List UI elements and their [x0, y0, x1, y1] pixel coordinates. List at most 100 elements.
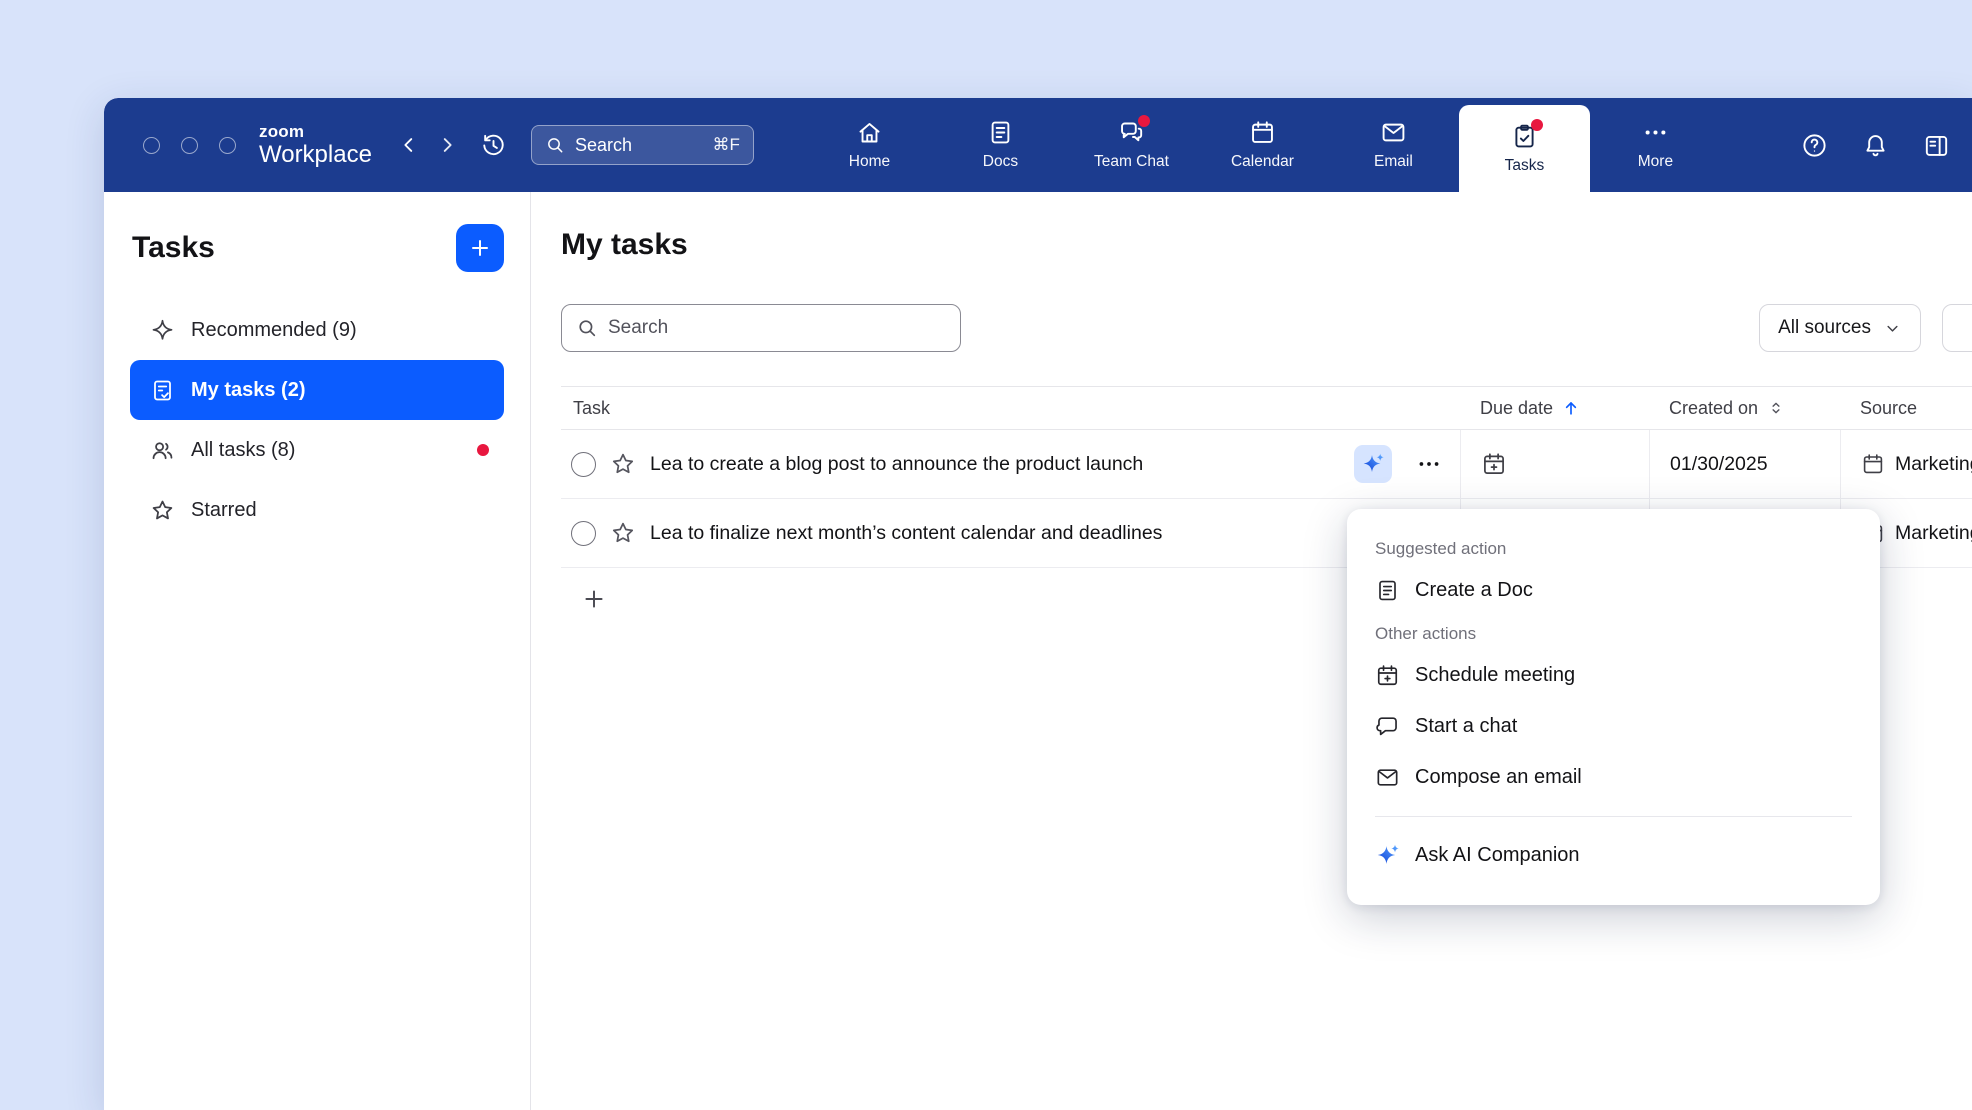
ellipsis-icon — [1416, 451, 1442, 477]
task-title: Lea to finalize next month’s content cal… — [650, 522, 1162, 545]
nav-tab-label: Home — [849, 153, 890, 171]
nav-tab-email[interactable]: Email — [1328, 98, 1459, 192]
menu-item-compose-an-email[interactable]: Compose an email — [1347, 752, 1880, 803]
people-icon — [150, 438, 175, 463]
sort-toggle-icon[interactable] — [1766, 398, 1786, 418]
chevron-left-icon — [398, 134, 420, 156]
menu-item-schedule-meeting[interactable]: Schedule meeting — [1347, 650, 1880, 701]
source-label: Marketing — [1895, 522, 1972, 545]
nav-tab-calendar[interactable]: Calendar — [1197, 98, 1328, 192]
menu-item-label: Compose an email — [1415, 766, 1582, 789]
chevron-right-icon — [436, 134, 458, 156]
add-due-date-button[interactable] — [1481, 451, 1507, 477]
menu-item-create-a-doc[interactable]: Create a Doc — [1347, 565, 1880, 616]
history-button[interactable] — [480, 132, 507, 159]
source-label: Marketing — [1895, 453, 1972, 476]
sidebar-item-my-tasks[interactable]: My tasks (2) — [130, 360, 504, 420]
ai-sparkle-icon — [1375, 843, 1400, 868]
sidebar-item-all-tasks[interactable]: All tasks (8) — [130, 420, 504, 480]
nav-tab-label: Team Chat — [1094, 153, 1169, 171]
primary-navigation: Home Docs Team Chat Calendar Email — [804, 98, 1721, 192]
help-button[interactable] — [1801, 132, 1828, 159]
sidebar-item-label: Starred — [191, 499, 257, 522]
menu-item-start-a-chat[interactable]: Start a chat — [1347, 701, 1880, 752]
task-row[interactable]: Lea to create a blog post to announce th… — [561, 430, 1972, 499]
plus-icon — [581, 586, 607, 612]
topbar-utility-icons — [1801, 132, 1972, 159]
global-search[interactable]: Search ⌘F — [531, 125, 754, 165]
calendar-panel-button[interactable] — [1923, 132, 1950, 159]
created-on-date: 01/30/2025 — [1670, 453, 1768, 476]
sidebar-item-recommended[interactable]: Recommended (9) — [130, 300, 504, 360]
page-title: My tasks — [561, 228, 1972, 262]
partial-button[interactable] — [1942, 304, 1972, 352]
menu-divider — [1375, 816, 1852, 817]
window-minimize-button[interactable] — [181, 137, 198, 154]
sidebar-item-label: All tasks (8) — [191, 439, 295, 462]
notification-badge — [1531, 119, 1543, 131]
ai-sparkle-icon — [1361, 452, 1385, 476]
window-close-button[interactable] — [143, 137, 160, 154]
task-complete-checkbox[interactable] — [571, 452, 596, 477]
nav-tab-label: Email — [1374, 153, 1413, 171]
nav-tab-tasks[interactable]: Tasks — [1459, 105, 1590, 192]
menu-section-label: Suggested action — [1347, 531, 1880, 565]
task-search-input[interactable] — [608, 317, 946, 339]
star-task-button[interactable] — [610, 520, 636, 546]
window-maximize-button[interactable] — [219, 137, 236, 154]
nav-tab-home[interactable]: Home — [804, 98, 935, 192]
search-shortcut: ⌘F — [713, 135, 740, 155]
notification-badge — [1138, 115, 1150, 127]
nav-tab-more[interactable]: More — [1590, 98, 1721, 192]
notifications-button[interactable] — [1862, 132, 1889, 159]
zoom-workplace-logo: zoom Workplace — [259, 123, 372, 167]
calendar-add-icon — [1375, 663, 1400, 688]
star-icon — [610, 451, 636, 477]
sidebar-item-label: My tasks (2) — [191, 379, 306, 402]
menu-item-label: Schedule meeting — [1415, 664, 1575, 687]
star-icon — [150, 498, 175, 523]
column-header-source: Source — [1840, 398, 1972, 419]
sort-ascending-icon[interactable] — [1561, 398, 1581, 418]
nav-tab-team-chat[interactable]: Team Chat — [1066, 98, 1197, 192]
task-search — [561, 304, 961, 352]
zoom-workplace-window: zoom Workplace Search ⌘F Home Docs — [104, 98, 1972, 1110]
row-more-button[interactable] — [1416, 451, 1442, 477]
envelope-icon — [1375, 765, 1400, 790]
task-list-icon — [150, 378, 175, 403]
nav-tab-label: Tasks — [1505, 157, 1545, 175]
chat-bubble-icon — [1375, 714, 1400, 739]
sidebar-item-starred[interactable]: Starred — [130, 480, 504, 540]
search-icon — [545, 135, 565, 155]
calendar-icon — [1249, 119, 1276, 146]
more-icon — [1642, 119, 1669, 146]
star-task-button[interactable] — [610, 451, 636, 477]
home-icon — [856, 119, 883, 146]
history-clock-icon — [480, 132, 507, 159]
ai-companion-actions-button[interactable] — [1354, 445, 1392, 483]
menu-item-ask-ai-companion[interactable]: Ask AI Companion — [1347, 830, 1880, 881]
new-task-button[interactable] — [456, 224, 504, 272]
help-icon — [1801, 132, 1828, 159]
sources-filter-dropdown[interactable]: All sources — [1759, 304, 1921, 352]
sidebar-item-label: Recommended (9) — [191, 319, 357, 342]
source-calendar-icon — [1861, 452, 1885, 476]
bell-icon — [1862, 132, 1889, 159]
doc-icon — [1375, 578, 1400, 603]
email-icon — [1380, 119, 1407, 146]
docs-icon — [987, 119, 1014, 146]
column-header-created-on[interactable]: Created on — [1649, 398, 1840, 419]
table-header-row: Task Due date Created on Source — [561, 387, 1972, 430]
task-complete-checkbox[interactable] — [571, 521, 596, 546]
menu-item-label: Ask AI Companion — [1415, 844, 1580, 867]
window-titlebar: zoom Workplace Search ⌘F Home Docs — [104, 98, 1972, 192]
add-task-button[interactable] — [581, 586, 607, 612]
menu-item-label: Start a chat — [1415, 715, 1517, 738]
back-button[interactable] — [398, 134, 420, 156]
chevron-down-icon — [1883, 319, 1902, 338]
calendar-panel-icon — [1923, 132, 1950, 159]
forward-button[interactable] — [436, 134, 458, 156]
column-header-due-date[interactable]: Due date — [1460, 398, 1649, 419]
search-icon — [576, 317, 598, 339]
nav-tab-docs[interactable]: Docs — [935, 98, 1066, 192]
